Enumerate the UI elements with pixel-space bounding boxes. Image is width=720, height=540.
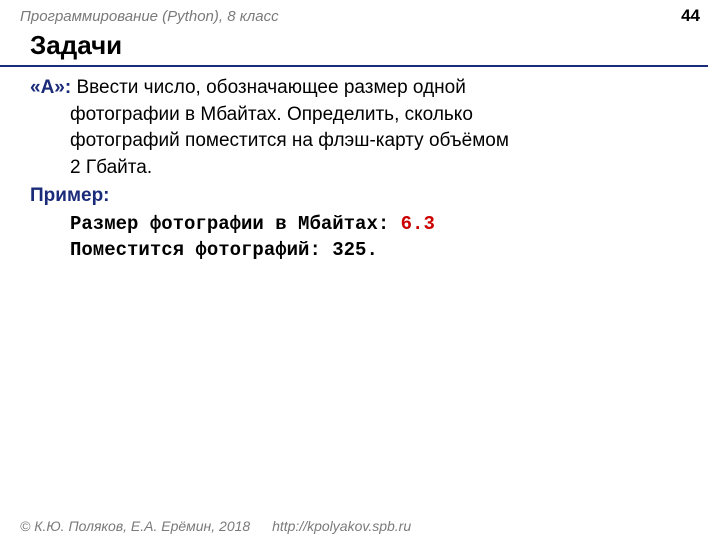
task-text-1: Ввести число, обозначающее размер одной	[76, 77, 465, 98]
task-line-2: фотографии в Мбайтах. Определить, скольк…	[30, 102, 690, 129]
example-input-1: 6.3	[401, 213, 435, 235]
task-line-3: фотографий поместится на флэш-карту объё…	[30, 128, 690, 155]
slide-footer: © К.Ю. Поляков, Е.А. Ерёмин, 2018 http:/…	[20, 518, 411, 534]
example-block: Размер фотографии в Мбайтах: 6.3 Помести…	[30, 212, 690, 263]
example-label: Пример:	[30, 183, 690, 210]
slide-header: Программирование (Python), 8 класс 44	[0, 0, 720, 28]
course-title: Программирование (Python), 8 класс	[20, 8, 279, 25]
slide-title: Задачи	[0, 28, 708, 67]
page-number: 44	[681, 6, 700, 26]
task-line-4: 2 Гбайта.	[30, 155, 690, 182]
example-line-1: Размер фотографии в Мбайтах: 6.3	[70, 212, 690, 238]
footer-url: http://kpolyakov.spb.ru	[272, 518, 411, 534]
footer-copyright: © К.Ю. Поляков, Е.А. Ерёмин, 2018	[20, 518, 250, 534]
task-line-1: «A»: Ввести число, обозначающее размер о…	[30, 75, 690, 102]
content-area: «A»: Ввести число, обозначающее размер о…	[0, 67, 720, 263]
task-label: «A»:	[30, 77, 71, 98]
example-prompt-1: Размер фотографии в Мбайтах:	[70, 213, 401, 235]
example-line-2: Поместится фотографий: 325.	[70, 238, 690, 264]
